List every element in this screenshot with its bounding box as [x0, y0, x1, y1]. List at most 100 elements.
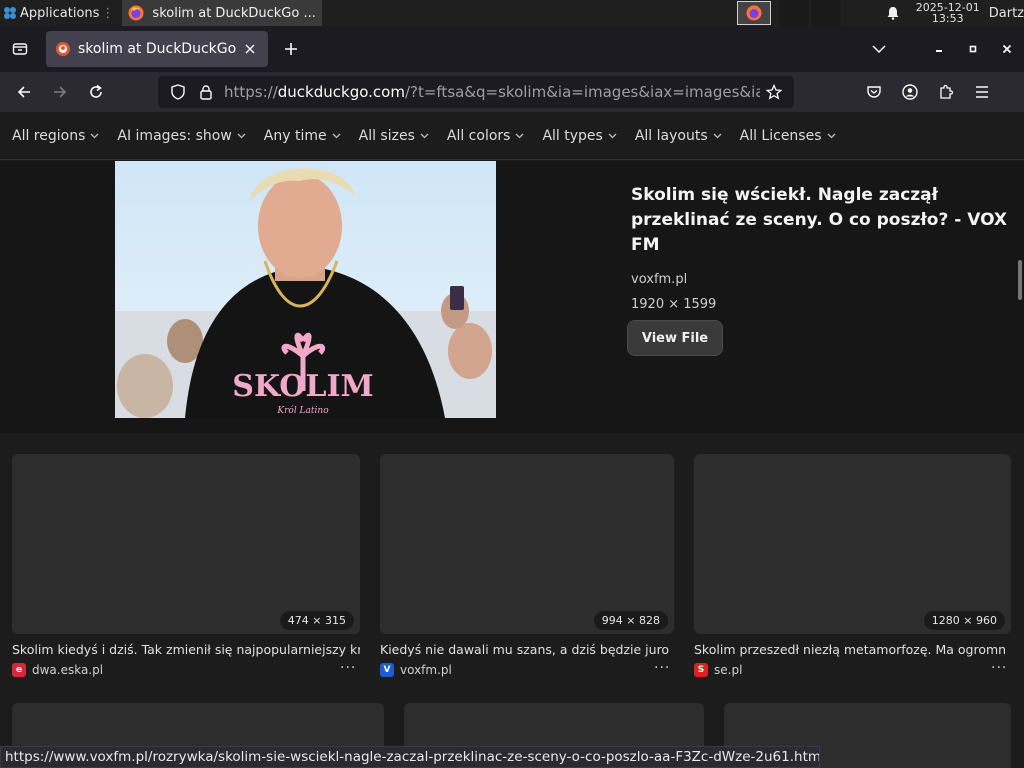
chevron-down-icon: [237, 133, 246, 138]
minimize-icon: [936, 50, 942, 52]
source-name: voxfm.pl: [400, 663, 452, 677]
filter-label: AI images: show: [117, 127, 232, 144]
filter-licenses[interactable]: All Licenses: [740, 128, 836, 144]
applications-menu[interactable]: Applications ⋮: [0, 0, 118, 26]
more-options-icon[interactable]: ···: [991, 660, 1007, 676]
result-source[interactable]: V voxfm.pl: [380, 663, 452, 677]
navigation-toolbar: https://duckduckgo.com/?t=ftsa&q=skolim&…: [0, 72, 1024, 112]
filter-label: All regions: [12, 127, 86, 144]
filter-types[interactable]: All types: [542, 127, 617, 144]
taskbar-window-title: skolim at DuckDuckGo ...: [152, 5, 316, 21]
tray-firefox[interactable]: [736, 1, 771, 25]
reload-icon: [90, 84, 102, 98]
filter-colors[interactable]: All colors: [447, 128, 525, 144]
filter-bar: All regions AI images: show Any time All…: [0, 112, 1024, 160]
firefox-icon: [128, 5, 144, 21]
result-source[interactable]: S se.pl: [694, 663, 742, 677]
plus-icon: [285, 43, 297, 55]
result-caption[interactable]: Kiedyś nie dawali mu szans, a dziś będzi…: [380, 642, 670, 657]
shirt-text: SKOLIM: [232, 369, 373, 404]
firefox-view-button[interactable]: [0, 29, 40, 69]
close-window-button[interactable]: [990, 29, 1024, 69]
user-name[interactable]: Dartz: [989, 6, 1024, 21]
tab-active[interactable]: skolim at DuckDuckGo: [46, 31, 268, 67]
list-all-tabs-button[interactable]: [862, 29, 896, 69]
tab-title: skolim at DuckDuckGo: [78, 41, 237, 57]
separator-icon: ⋮: [101, 5, 115, 21]
source-name: se.pl: [714, 663, 743, 677]
lock-icon[interactable]: [192, 84, 220, 100]
duckduckgo-icon: [56, 42, 70, 56]
url-rest: /?t=ftsa&q=skolim&ia=images&iax=images&i…: [404, 83, 760, 101]
firefox-tray-icon: [746, 5, 762, 21]
chevron-down-icon: [608, 133, 617, 138]
notifications-icon[interactable]: [883, 0, 903, 26]
result-tile[interactable]: 994 × 828: [380, 454, 674, 634]
forward-button[interactable]: [42, 76, 78, 108]
new-tab-button[interactable]: [276, 34, 306, 64]
scrollbar-thumb[interactable]: [1018, 260, 1022, 300]
result-caption[interactable]: Skolim kiedyś i dziś. Tak zmienił się na…: [12, 642, 360, 657]
view-file-button[interactable]: View File: [627, 320, 723, 356]
result-dimensions: 474 × 315: [279, 611, 354, 630]
filter-sizes[interactable]: All sizes: [359, 128, 429, 144]
filter-ai-images[interactable]: AI images: show: [117, 127, 246, 144]
account-icon: [902, 84, 918, 100]
filter-label: All types: [542, 127, 603, 144]
result-tile[interactable]: 1280 × 960: [694, 454, 1011, 634]
source-favicon-icon: S: [694, 663, 708, 677]
taskbar-window-button[interactable]: skolim at DuckDuckGo ...: [122, 0, 323, 26]
maximize-icon: [969, 45, 977, 53]
applications-label: Applications: [20, 5, 100, 21]
account-button[interactable]: [892, 76, 928, 108]
back-button[interactable]: [6, 76, 42, 108]
chevron-down-icon: [872, 45, 886, 54]
image-detail-panel: SKOLIM Król Latino Skolim się wściekł. N…: [0, 161, 1024, 433]
pocket-icon: [867, 86, 881, 98]
url-domain: duckduckgo.com: [277, 83, 405, 101]
chevron-down-icon: [90, 133, 99, 138]
puzzle-icon: [940, 84, 954, 99]
detail-meta: Skolim się wściekł. Nagle zaczął przekli…: [627, 183, 1011, 356]
tray-slot[interactable]: [810, 0, 841, 26]
reload-button[interactable]: [78, 76, 114, 108]
filter-layouts[interactable]: All layouts: [635, 128, 722, 144]
result-caption[interactable]: Skolim przeszedł niezłą metamorfozę. Ma …: [694, 642, 1006, 657]
clock[interactable]: 2025-12-01 13:53: [915, 2, 981, 24]
detail-title[interactable]: Skolim się wściekł. Nagle zaczął przekli…: [631, 183, 1011, 258]
shirt-subtext: Król Latino: [276, 405, 329, 416]
more-options-icon[interactable]: ···: [654, 660, 670, 676]
chevron-down-icon: [332, 133, 341, 138]
xfce-logo-icon: [4, 7, 16, 19]
source-name: dwa.eska.pl: [32, 663, 104, 677]
chevron-down-icon: [420, 133, 429, 138]
maximize-button[interactable]: [956, 29, 990, 69]
page-content: All regions AI images: show Any time All…: [0, 112, 1024, 768]
chevron-down-icon: [713, 133, 722, 138]
bookmark-star-icon[interactable]: [760, 84, 788, 100]
source-favicon-icon: e: [12, 663, 26, 677]
source-favicon-icon: V: [380, 663, 394, 677]
filter-time[interactable]: Any time: [264, 128, 341, 144]
url-bar[interactable]: https://duckduckgo.com/?t=ftsa&q=skolim&…: [158, 76, 794, 108]
filter-regions[interactable]: All regions: [12, 128, 99, 144]
clock-time: 13:53: [931, 12, 964, 25]
more-options-icon[interactable]: ···: [340, 660, 356, 676]
tracking-protection-icon[interactable]: [164, 84, 192, 100]
detail-source[interactable]: voxfm.pl: [631, 272, 1011, 287]
pocket-button[interactable]: [856, 76, 892, 108]
filter-label: All colors: [446, 127, 511, 144]
result-source[interactable]: e dwa.eska.pl: [12, 663, 103, 677]
url-text[interactable]: https://duckduckgo.com/?t=ftsa&q=skolim&…: [224, 83, 760, 101]
tab-strip: skolim at DuckDuckGo: [0, 26, 1024, 72]
filter-label: All Licenses: [739, 127, 822, 144]
minimize-button[interactable]: [922, 29, 956, 69]
tray-slot[interactable]: [778, 0, 809, 26]
tab-close-icon[interactable]: [242, 41, 258, 57]
result-tile[interactable]: 474 × 315: [12, 454, 360, 634]
detail-image[interactable]: SKOLIM Król Latino: [115, 161, 496, 418]
filter-label: All layouts: [634, 127, 708, 144]
app-menu-button[interactable]: [964, 76, 1000, 108]
extensions-button[interactable]: [928, 76, 964, 108]
filter-label: Any time: [263, 127, 327, 144]
